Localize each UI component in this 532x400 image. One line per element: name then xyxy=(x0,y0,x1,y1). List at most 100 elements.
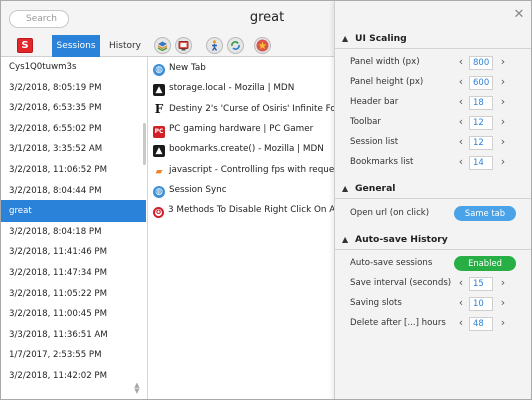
increment-icon[interactable]: › xyxy=(499,96,507,108)
app-window: Search great S Sessions History Cys1Q0tu… xyxy=(0,0,532,400)
decrement-icon[interactable]: ‹ xyxy=(457,317,465,329)
setting-label: Delete after [...] hours xyxy=(350,318,446,328)
tab-title: bookmarks.create() - Mozilla | MDN xyxy=(169,144,324,155)
session-item[interactable]: 3/2/2018, 6:55:02 PM xyxy=(1,118,146,140)
tab-list-item[interactable]: ◍ New Tab xyxy=(153,58,335,78)
session-item[interactable]: 3/1/2018, 3:35:52 AM xyxy=(1,138,146,160)
screen-icon[interactable] xyxy=(175,37,192,54)
tab-title: PC gaming hardware | PC Gamer xyxy=(169,123,314,134)
session-tabs-list: ◍ New Tab ▲ storage.local - Mozilla | MDN F D… xyxy=(149,57,335,399)
close-icon[interactable]: ✕ xyxy=(512,8,526,22)
increment-icon[interactable]: › xyxy=(499,56,507,68)
setting-label: Toolbar xyxy=(350,117,381,127)
tab-title: New Tab xyxy=(169,63,206,73)
session-sync-logo-icon[interactable]: S xyxy=(17,38,33,53)
tab-list-item[interactable]: PC PC gaming hardware | PC Gamer xyxy=(153,119,335,139)
tab-list-item[interactable]: F Destiny 2's 'Curse of Osiris' Infinite … xyxy=(153,99,335,119)
session-item[interactable]: Cys1Q0tuwm3s xyxy=(1,56,146,78)
setting-label: Header bar xyxy=(350,97,399,107)
session-item[interactable]: 3/2/2018, 8:04:18 PM xyxy=(1,221,146,243)
chevron-up-icon: ▲ xyxy=(342,34,349,43)
increment-icon[interactable]: › xyxy=(499,76,507,88)
setting-label: Session list xyxy=(350,137,399,147)
section-ui-scaling[interactable]: ▲ UI Scaling xyxy=(335,29,531,49)
decrement-icon[interactable]: ‹ xyxy=(457,96,465,108)
increment-icon[interactable]: › xyxy=(499,297,507,309)
tab-list-item[interactable]: ◍ Session Sync xyxy=(153,180,335,200)
tab-sessions[interactable]: Sessions xyxy=(52,35,100,57)
session-item[interactable]: 3/2/2018, 8:04:44 PM xyxy=(1,180,146,202)
tab-title: Destiny 2's 'Curse of Osiris' Infinite F… xyxy=(169,103,335,114)
stepper-value[interactable]: 12 xyxy=(469,136,493,150)
increment-icon[interactable]: › xyxy=(499,317,507,329)
stepper-value[interactable]: 48 xyxy=(469,317,493,331)
session-item[interactable]: 3/2/2018, 8:05:19 PM xyxy=(1,77,146,99)
session-item[interactable]: 3/2/2018, 11:06:52 PM xyxy=(1,159,146,181)
search-input[interactable]: Search xyxy=(9,10,69,28)
person-icon[interactable] xyxy=(206,37,223,54)
increment-icon[interactable]: › xyxy=(499,116,507,128)
tab-title: storage.local - Mozilla | MDN xyxy=(169,83,295,94)
stepper-value[interactable]: 15 xyxy=(469,277,493,291)
recycle-icon[interactable] xyxy=(227,37,244,54)
tab-list-item[interactable]: ▰ javascript - Controlling fps with reque… xyxy=(153,160,335,180)
chevron-up-icon: ▲ xyxy=(342,235,349,244)
section-general[interactable]: ▲ General xyxy=(335,179,531,199)
tab-history[interactable]: History xyxy=(104,35,146,57)
section-title: General xyxy=(355,183,396,194)
stepper-value[interactable]: 18 xyxy=(469,96,493,110)
session-item[interactable]: 3/2/2018, 11:05:22 PM xyxy=(1,283,146,305)
decrement-icon[interactable]: ‹ xyxy=(457,76,465,88)
stepper-value[interactable]: 600 xyxy=(469,76,493,90)
session-item[interactable]: 1/7/2017, 2:53:55 PM xyxy=(1,344,146,366)
stepper-value[interactable]: 800 xyxy=(469,56,493,70)
session-item[interactable]: 3/2/2018, 11:42:02 PM xyxy=(1,365,146,387)
tab-list-item[interactable]: ▲ storage.local - Mozilla | MDN xyxy=(153,78,335,98)
stackoverflow-icon: ▰ xyxy=(155,166,163,177)
session-item[interactable]: 3/3/2018, 11:36:51 AM xyxy=(1,324,146,346)
auto-save-toggle[interactable]: Enabled xyxy=(454,256,516,271)
stepper-value[interactable]: 10 xyxy=(469,297,493,311)
increment-icon[interactable]: › xyxy=(499,277,507,289)
chevron-up-icon: ▲ xyxy=(342,184,349,193)
decrement-icon[interactable]: ‹ xyxy=(457,116,465,128)
f-icon: F xyxy=(154,101,164,116)
section-title: Auto-save History xyxy=(355,234,448,245)
tab-title: Session Sync xyxy=(169,184,227,195)
tab-title: 3 Methods To Disable Right Click On A We… xyxy=(168,205,335,216)
session-list: Cys1Q0tuwm3s 3/2/2018, 8:05:19 PM 3/2/2018… xyxy=(1,56,148,399)
section-title: UI Scaling xyxy=(355,33,407,44)
stepper-value[interactable]: 14 xyxy=(469,156,493,170)
decrement-icon[interactable]: ‹ xyxy=(457,136,465,148)
session-item[interactable]: 3/2/2018, 11:00:45 PM xyxy=(1,303,146,325)
layers-icon[interactable] xyxy=(154,37,171,54)
session-item[interactable]: 3/2/2018, 6:53:35 PM xyxy=(1,97,146,119)
star-icon[interactable] xyxy=(254,37,271,54)
settings-panel: ✕ ▲ UI Scaling Panel width (px) ‹ 800 › Pane… xyxy=(334,1,531,399)
mdn-icon: ▲ xyxy=(153,139,169,159)
session-item-selected[interactable]: great xyxy=(1,200,146,223)
increment-icon[interactable]: › xyxy=(499,156,507,168)
session-item[interactable]: 3/2/2018, 11:47:34 PM xyxy=(1,262,146,284)
tab-list-item[interactable]: O3 Methods To Disable Right Click On A W… xyxy=(153,200,335,220)
tab-list-item[interactable]: ▲ bookmarks.create() - Mozilla | MDN xyxy=(153,139,335,159)
setting-label: Saving slots xyxy=(350,298,402,308)
session-list-scrollbar[interactable] xyxy=(143,123,146,165)
page-title: great xyxy=(249,10,285,25)
auto-save-sessions-label: Auto-save sessions xyxy=(350,258,433,268)
decrement-icon[interactable]: ‹ xyxy=(457,297,465,309)
stepper-value[interactable]: 12 xyxy=(469,116,493,130)
section-auto-save-history[interactable]: ▲ Auto-save History xyxy=(335,230,531,250)
setting-label: Bookmarks list xyxy=(350,157,414,167)
setting-label: Panel width (px) xyxy=(350,57,420,67)
mdn-icon: ▲ xyxy=(153,78,169,98)
increment-icon[interactable]: › xyxy=(499,136,507,148)
scroll-arrows-icon[interactable]: ▲ ▼ xyxy=(132,382,142,396)
decrement-icon[interactable]: ‹ xyxy=(457,277,465,289)
decrement-icon[interactable]: ‹ xyxy=(457,156,465,168)
decrement-icon[interactable]: ‹ xyxy=(457,56,465,68)
open-url-toggle[interactable]: Same tab xyxy=(454,206,516,221)
opera-icon: O xyxy=(153,200,168,220)
session-item[interactable]: 3/2/2018, 11:41:46 PM xyxy=(1,241,146,263)
open-url-label: Open url (on click) xyxy=(350,208,430,218)
